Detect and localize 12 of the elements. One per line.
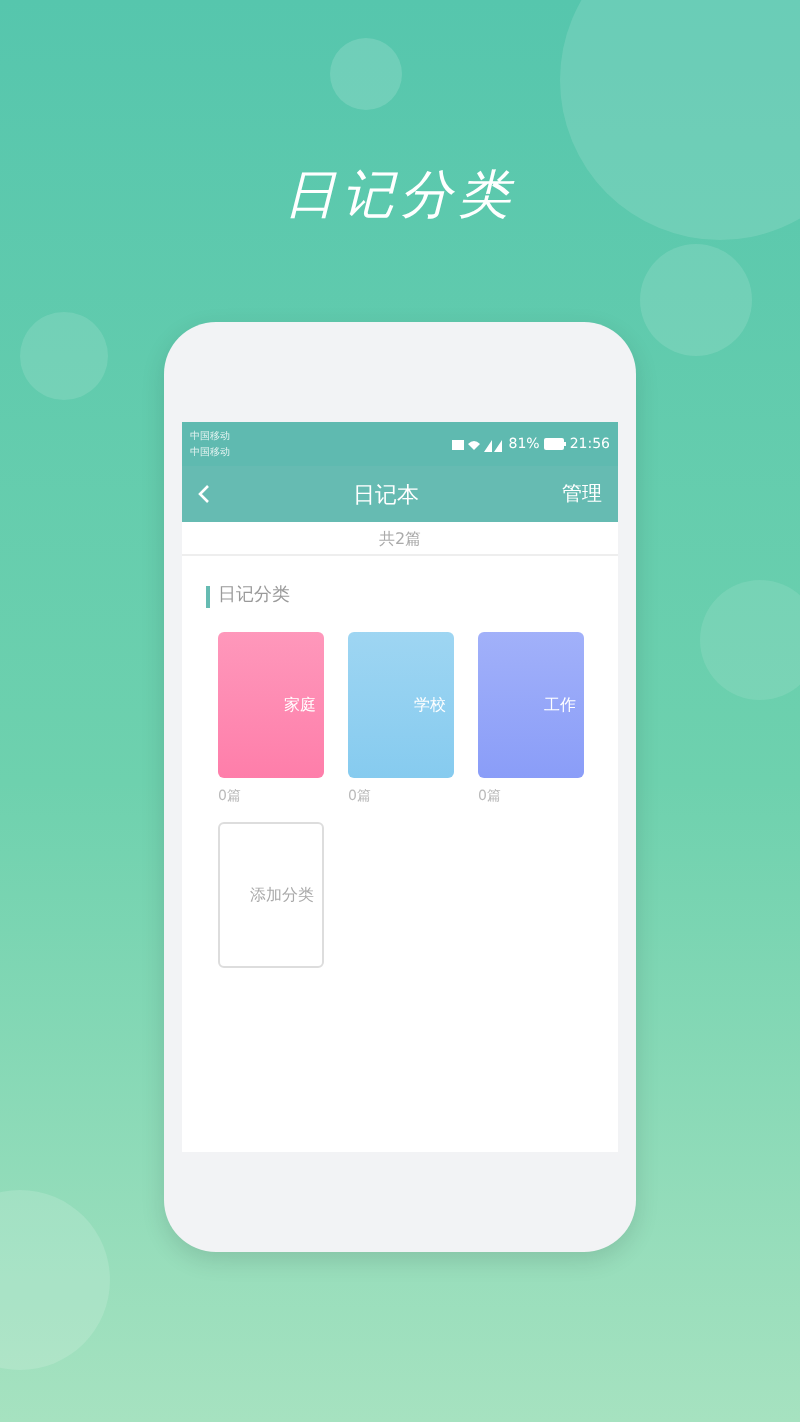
category-card[interactable]: 学校 — [348, 632, 454, 778]
battery-icon — [543, 438, 566, 450]
nav-title: 日记本 — [353, 479, 419, 509]
add-category-button[interactable]: 添加分类 — [218, 822, 324, 968]
headline: 日记分类 — [284, 164, 516, 230]
category-card[interactable]: 工作 — [478, 632, 584, 778]
entry-count: 共2篇 — [378, 527, 422, 549]
section-title: 日记分类 — [206, 586, 290, 608]
manage-button[interactable]: 管理 — [562, 480, 602, 508]
category-card[interactable]: 家庭 — [218, 632, 324, 778]
back-icon[interactable] — [198, 484, 210, 504]
signal-icon — [452, 437, 505, 451]
